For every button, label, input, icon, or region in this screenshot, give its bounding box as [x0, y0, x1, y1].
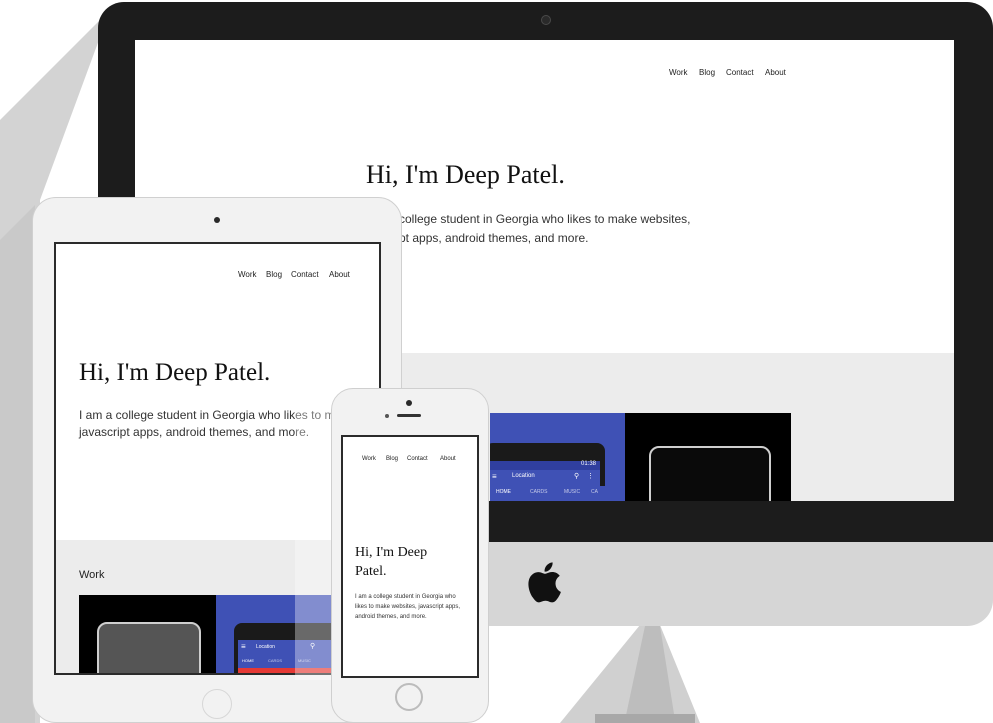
desktop-bio-line-2: pt apps, android themes, and more.	[399, 231, 589, 245]
phone-bio-line-2: likes to make websites, javascript apps,	[355, 604, 461, 610]
devices-mockup: { "site": { "nav": ["Work", "Blog", "Con…	[0, 0, 993, 723]
app-tabs: HOME CARDS MUSIC CA	[490, 486, 625, 501]
menu-icon[interactable]: ≡	[241, 642, 246, 651]
nav-blog-link[interactable]: Blog	[386, 456, 398, 462]
iphone-camera	[406, 400, 412, 406]
imac-stand	[595, 626, 695, 723]
phone-heading-line-1: Hi, I'm Deep	[355, 545, 428, 560]
nav-contact-link[interactable]: Contact	[407, 456, 428, 462]
search-icon[interactable]: ⚲	[574, 472, 579, 480]
desktop-bio-line-1: college student in Georgia who likes to …	[399, 212, 691, 226]
nav-work-link[interactable]: Work	[669, 68, 688, 77]
tab-cards[interactable]: CARDS	[268, 658, 282, 663]
ipad-camera	[214, 217, 220, 223]
phone-bio-line-1: I am a college student in Georgia who	[355, 594, 456, 600]
nav-contact-link[interactable]: Contact	[291, 270, 319, 279]
menu-icon[interactable]: ≡	[492, 472, 497, 481]
nav-work-link[interactable]: Work	[238, 270, 257, 279]
imac-camera	[541, 15, 551, 25]
tablet-bio-line-2: javascript apps, android themes, and mor…	[79, 425, 310, 439]
toolbar-title: Location	[256, 644, 275, 650]
more-icon[interactable]: ⋮	[587, 472, 594, 480]
nav-blog-link[interactable]: Blog	[699, 68, 715, 77]
iphone-speaker	[397, 414, 421, 417]
nav-about-link[interactable]: About	[440, 456, 456, 462]
phone-heading-line-2: Patel.	[355, 564, 387, 579]
tablet-heading: Hi, I'm Deep Patel.	[79, 359, 271, 386]
phone-outline	[97, 622, 201, 673]
tab-cards[interactable]: CARDS	[530, 489, 548, 495]
tab-home[interactable]: HOME	[242, 658, 254, 663]
toolbar-title: Location	[512, 473, 535, 479]
tab-ca[interactable]: CA	[591, 489, 598, 495]
tab-music[interactable]: MUSIC	[564, 489, 580, 495]
iphone-proximity-sensor	[385, 414, 389, 418]
tablet-work-heading: Work	[79, 569, 105, 581]
app-toolbar: ≡ Location ⚲ ⋮	[490, 470, 600, 486]
apple-logo-icon	[526, 560, 562, 609]
nav-blog-link[interactable]: Blog	[266, 270, 282, 279]
ipad-home-button	[202, 689, 232, 719]
nav-about-link[interactable]: About	[329, 270, 350, 279]
nav-work-link[interactable]: Work	[362, 456, 376, 462]
iphone-screen: Work Blog Contact About Hi, I'm Deep Pat…	[341, 435, 479, 678]
overlay-shadow	[295, 400, 335, 680]
desktop-work-thumb-dark[interactable]	[625, 413, 791, 501]
phone-outline	[649, 446, 771, 501]
phone-bio-line-3: android themes, and more.	[355, 614, 427, 620]
desktop-work-thumb-app[interactable]: 01:38 ≡ Location ⚲ ⋮ HOME CARDS MUSIC CA	[490, 413, 625, 501]
tablet-work-thumb-dark[interactable]	[79, 595, 216, 673]
desktop-heading: Hi, I'm Deep Patel.	[366, 160, 565, 189]
nav-contact-link[interactable]: Contact	[726, 68, 754, 77]
status-time: 01:38	[580, 461, 596, 467]
nav-about-link[interactable]: About	[765, 68, 786, 77]
app-status-bar: 01:38	[490, 461, 600, 470]
tab-home[interactable]: HOME	[496, 489, 511, 495]
iphone-home-button	[395, 683, 423, 711]
